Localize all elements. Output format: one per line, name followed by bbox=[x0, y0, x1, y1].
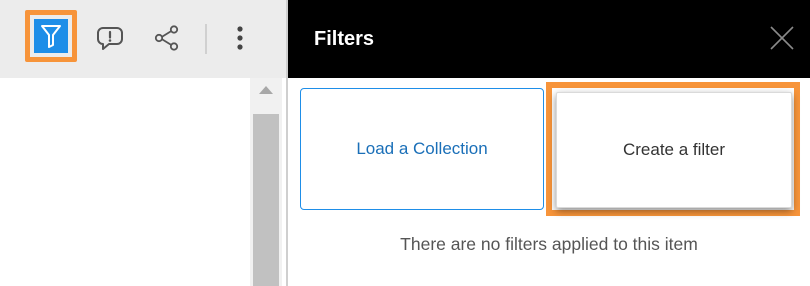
comment-alert-icon bbox=[95, 23, 125, 53]
empty-filters-message: There are no filters applied to this ite… bbox=[400, 234, 698, 254]
share-icon bbox=[151, 23, 181, 53]
scrollbar-thumb[interactable] bbox=[253, 114, 279, 286]
load-collection-label: Load a Collection bbox=[356, 139, 488, 158]
toolbar-separator bbox=[205, 24, 207, 54]
close-icon bbox=[768, 24, 796, 52]
share-button[interactable] bbox=[148, 20, 184, 56]
panel-title: Filters bbox=[314, 27, 375, 50]
filters-panel-header: Filters bbox=[288, 0, 810, 78]
vertical-scrollbar[interactable] bbox=[250, 78, 282, 286]
content-area bbox=[0, 78, 286, 286]
scroll-up-arrow-icon[interactable] bbox=[259, 86, 273, 94]
create-filter-button[interactable]: Create a filter bbox=[556, 92, 792, 208]
filter-button-active-bg bbox=[34, 19, 68, 53]
kebab-menu-icon bbox=[235, 23, 245, 53]
close-button[interactable] bbox=[768, 24, 796, 52]
create-filter-label: Create a filter bbox=[622, 140, 726, 159]
filter-funnel-icon bbox=[40, 23, 62, 49]
comment-button[interactable] bbox=[92, 20, 128, 56]
toolbar bbox=[0, 0, 286, 78]
filter-button[interactable] bbox=[25, 10, 77, 62]
more-options-button[interactable] bbox=[222, 20, 258, 56]
load-collection-button[interactable]: Load a Collection bbox=[300, 88, 544, 210]
